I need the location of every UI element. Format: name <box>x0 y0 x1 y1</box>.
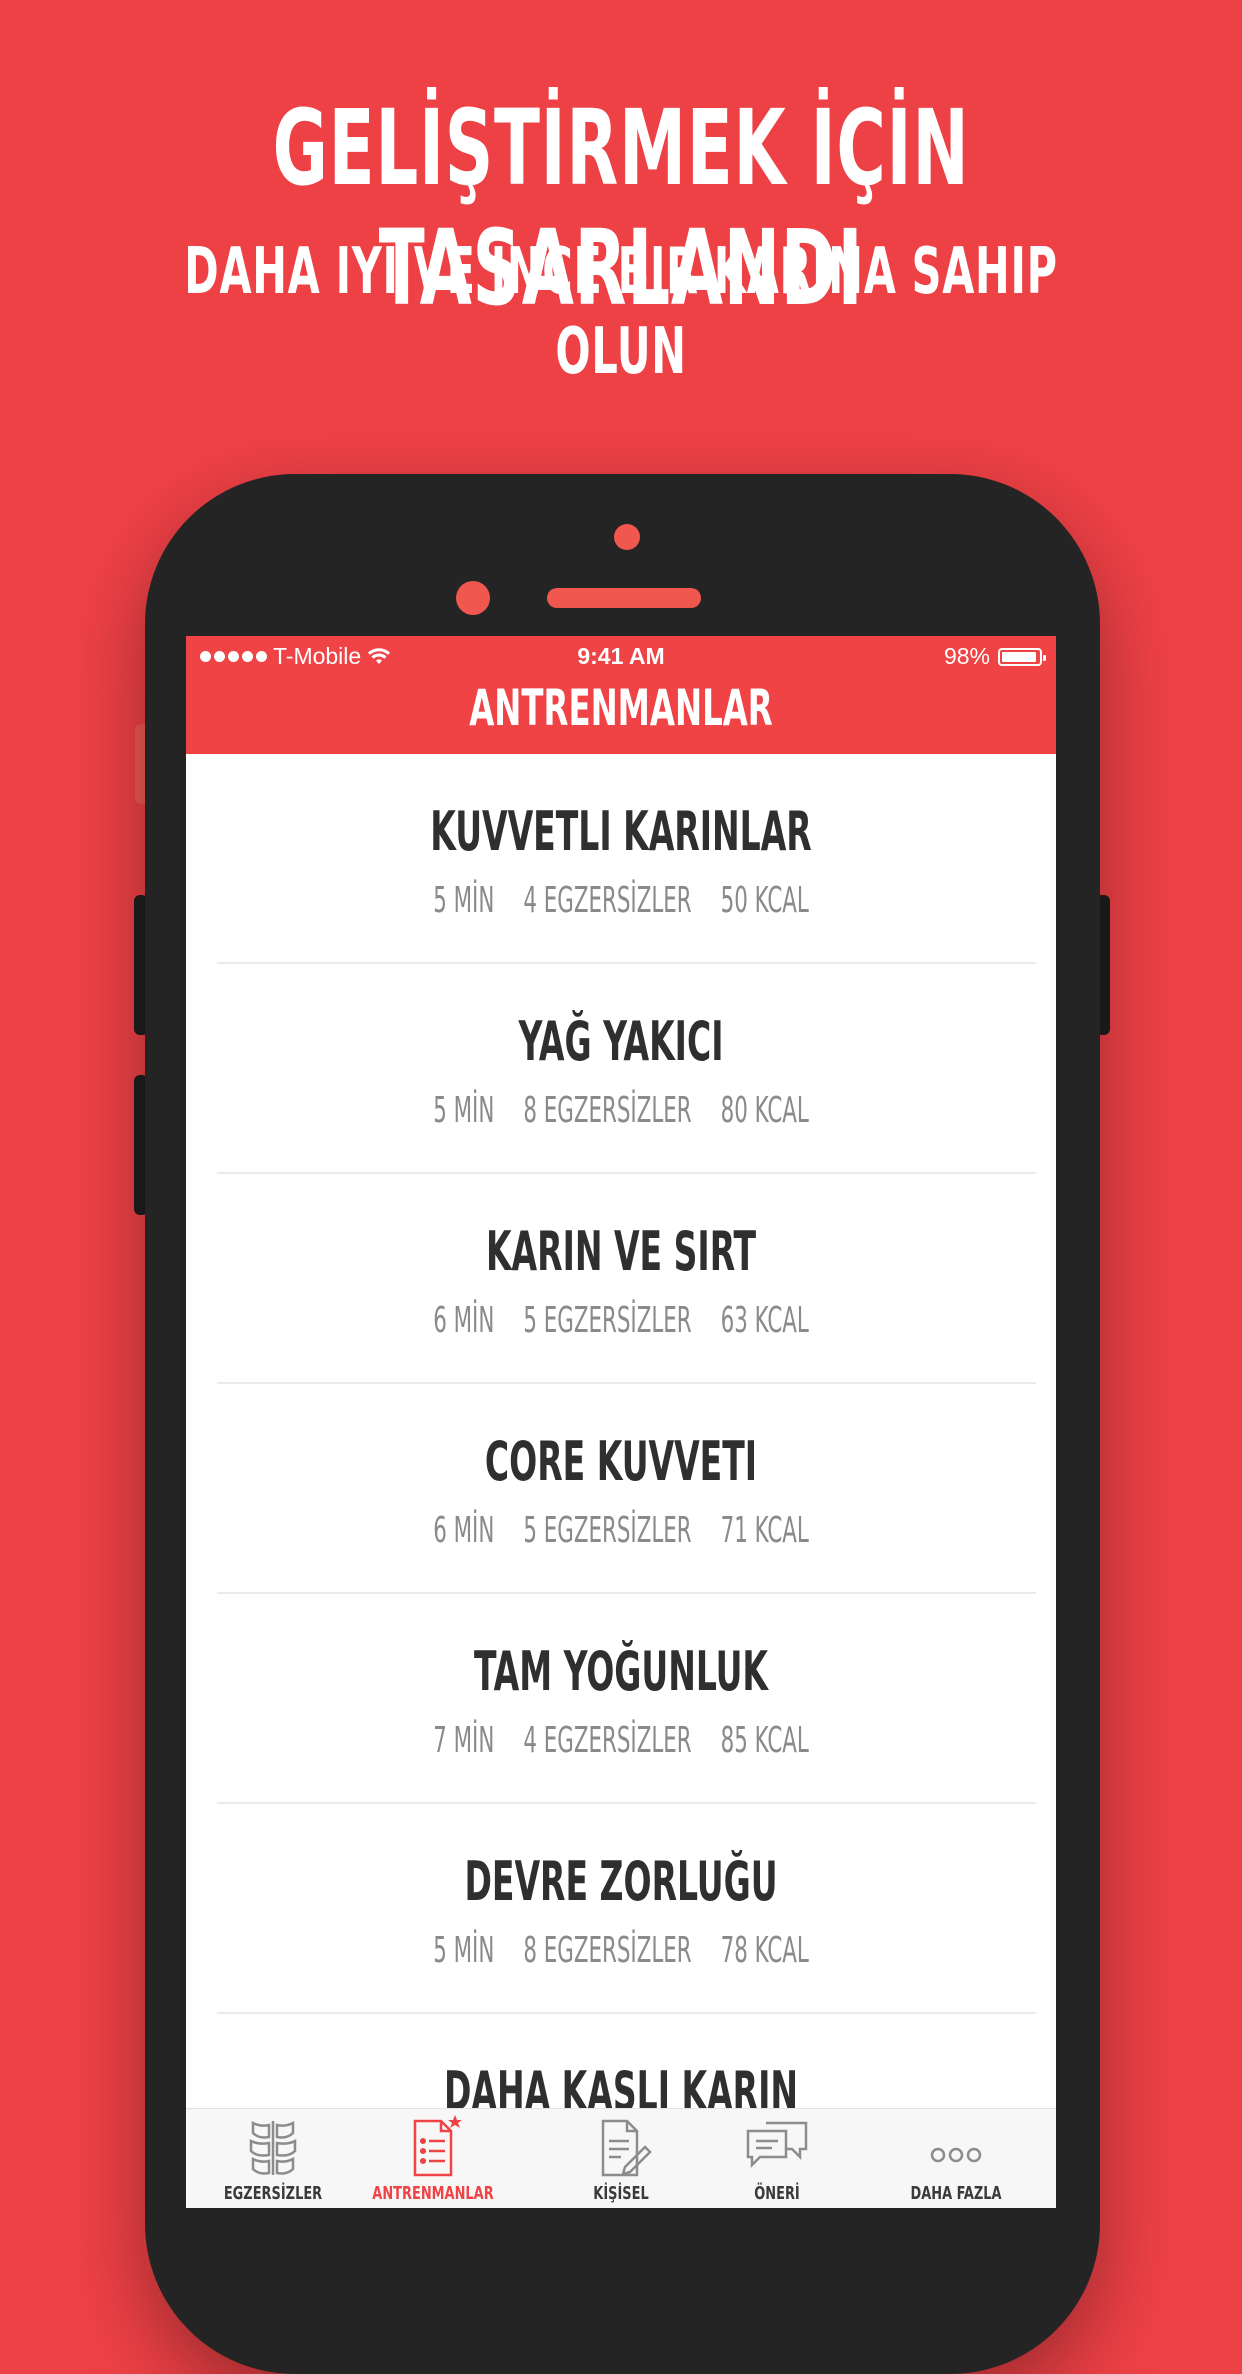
workout-meta: 7 MİN 4 EGZERSİZLER 85 KCAL <box>334 1718 908 1764</box>
tab-antrenmanlar[interactable]: ANTRENMANLAR <box>353 2109 513 2208</box>
tab-label: EGZERSİZLER <box>223 2183 323 2204</box>
tab-egzersizler[interactable]: EGZERSİZLER <box>193 2109 353 2208</box>
phone-speaker <box>547 588 701 608</box>
workout-calories: 71 KCAL <box>720 1510 809 1551</box>
abs-icon <box>249 2120 297 2175</box>
chat-bubbles-icon <box>746 2121 808 2169</box>
more-dots-icon <box>930 2147 982 2163</box>
workout-title: CORE KUVVETI <box>484 1430 758 1493</box>
status-bar: T-Mobile 9:41 AM 98% <box>186 636 1056 674</box>
workout-duration: 5 MİN <box>433 1090 495 1131</box>
battery-icon <box>998 647 1046 666</box>
page-title: ANTRENMANLAR <box>469 679 773 737</box>
workout-meta: 5 MİN 8 EGZERSİZLER 80 KCAL <box>334 1088 908 1134</box>
tab-label: KİŞİSEL <box>593 2183 649 2204</box>
workout-title: DEVRE ZORLUĞU <box>464 1850 778 1913</box>
phone-sensor <box>614 524 640 550</box>
workout-exercise-count: 4 EGZERSİZLER <box>523 1720 692 1761</box>
workout-exercise-count: 5 EGZERSİZLER <box>523 1300 692 1341</box>
workout-meta: 6 MİN 5 EGZERSİZLER 71 KCAL <box>334 1508 908 1554</box>
workout-duration: 6 MİN <box>433 1510 495 1551</box>
workout-exercise-count: 4 EGZERSİZLER <box>523 880 692 921</box>
workout-list-icon <box>413 2115 462 2177</box>
workout-duration: 7 MİN <box>433 1720 495 1761</box>
tab-oneri[interactable]: ÖNERİ <box>697 2109 857 2208</box>
marketing-subheadline: DAHA IYI VE INCE BIR KARINA SAHIP OLUN <box>184 235 1058 389</box>
workout-exercise-count: 8 EGZERSİZLER <box>523 1930 692 1971</box>
tab-label: ANTRENMANLAR <box>372 2183 494 2204</box>
workout-calories: 85 KCAL <box>720 1720 809 1761</box>
app-screen: T-Mobile 9:41 AM 98% ANTRENMANLAR KUVVET… <box>186 636 1056 2208</box>
workout-calories: 80 KCAL <box>720 1090 809 1131</box>
status-time: 9:41 AM <box>577 643 665 669</box>
tab-daha-fazla[interactable]: DAHA FAZLA <box>876 2109 1036 2208</box>
workout-exercise-count: 8 EGZERSİZLER <box>523 1090 692 1131</box>
workout-row[interactable]: CORE KUVVETI 6 MİN 5 EGZERSİZLER 71 KCAL <box>186 1384 1056 1594</box>
workout-duration: 6 MİN <box>433 1300 495 1341</box>
workout-title: TAM YOĞUNLUK <box>473 1640 769 1703</box>
workout-title: KUVVETLI KARINLAR <box>430 800 812 863</box>
phone-front-camera <box>456 581 490 615</box>
workout-duration: 5 MİN <box>433 1930 495 1971</box>
tab-label: ÖNERİ <box>754 2183 800 2204</box>
workout-row[interactable]: YAĞ YAKICI 5 MİN 8 EGZERSİZLER 80 KCAL <box>186 964 1056 1174</box>
workout-meta: 5 MİN 8 EGZERSİZLER 78 KCAL <box>334 1928 908 1974</box>
workout-calories: 78 KCAL <box>720 1930 809 1971</box>
workout-calories: 50 KCAL <box>720 880 809 921</box>
workout-list[interactable]: KUVVETLI KARINLAR 5 MİN 4 EGZERSİZLER 50 K… <box>186 754 1056 2208</box>
workout-meta: 5 MİN 4 EGZERSİZLER 50 KCAL <box>334 878 908 924</box>
tab-label: DAHA FAZLA <box>910 2183 1002 2204</box>
app-header: T-Mobile 9:41 AM 98% ANTRENMANLAR <box>186 636 1056 754</box>
workout-row[interactable]: TAM YOĞUNLUK 7 MİN 4 EGZERSİZLER 85 KCAL <box>186 1594 1056 1804</box>
tab-bar: EGZERSİZLER ANTRENMANLAR KİŞİSEL ÖNERİ D… <box>186 2108 1056 2208</box>
workout-row[interactable]: KARIN VE SIRT 6 MİN 5 EGZERSİZLER 63 KCAL <box>186 1174 1056 1384</box>
personal-edit-icon <box>601 2119 652 2177</box>
workout-calories: 63 KCAL <box>720 1300 809 1341</box>
workout-meta: 6 MİN 5 EGZERSİZLER 63 KCAL <box>334 1298 908 1344</box>
tab-kisisel[interactable]: KİŞİSEL <box>541 2109 701 2208</box>
workout-row[interactable]: DEVRE ZORLUĞU 5 MİN 8 EGZERSİZLER 78 KCAL <box>186 1804 1056 2014</box>
battery-percent: 98% <box>943 643 990 669</box>
workout-title: YAĞ YAKICI <box>518 1010 724 1073</box>
workout-exercise-count: 5 EGZERSİZLER <box>523 1510 692 1551</box>
workout-duration: 5 MİN <box>433 880 495 921</box>
workout-row[interactable]: KUVVETLI KARINLAR 5 MİN 4 EGZERSİZLER 50 K… <box>186 754 1056 964</box>
workout-title: KARIN VE SIRT <box>485 1220 757 1283</box>
